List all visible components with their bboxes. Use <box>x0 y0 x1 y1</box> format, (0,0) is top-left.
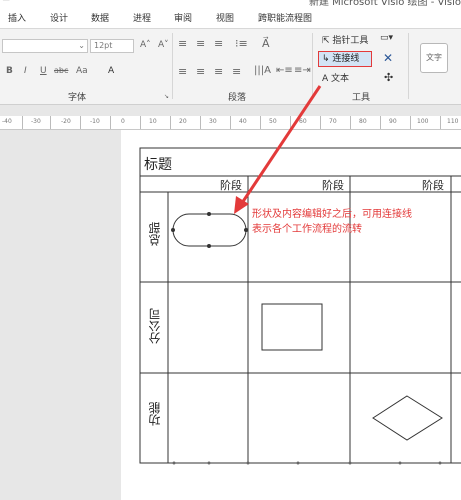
arrowhead-icon <box>234 196 249 214</box>
diagram-title[interactable]: 标题 <box>144 154 172 174</box>
connection-point <box>398 461 402 465</box>
annotation-arrow <box>238 85 322 207</box>
connection-point[interactable] <box>207 244 211 248</box>
connection-point <box>172 461 176 465</box>
connection-point[interactable] <box>244 228 248 232</box>
process-shape[interactable] <box>261 303 323 351</box>
lane-label[interactable]: 分公司 <box>146 308 162 344</box>
lane-label[interactable]: 总部 <box>146 222 162 246</box>
decision-shape[interactable] <box>372 395 443 441</box>
phase-header[interactable]: 阶段 <box>322 177 344 193</box>
connection-point[interactable] <box>207 212 211 216</box>
phase-header[interactable]: 阶段 <box>220 177 242 193</box>
connection-point <box>246 461 250 465</box>
lane-label[interactable]: 功能 <box>146 402 162 426</box>
connection-point <box>438 461 442 465</box>
cross-functional-diagram <box>139 85 461 465</box>
terminator-shape[interactable] <box>172 213 247 247</box>
connection-point[interactable] <box>171 228 175 232</box>
connection-point <box>207 461 211 465</box>
annotation-text-line-2: 表示各个工作流程的流转 <box>252 224 362 235</box>
connection-point <box>348 461 352 465</box>
annotation-text-line-1: 形状及内容编辑好之后，可用连接线 <box>252 209 412 220</box>
connection-point <box>296 461 300 465</box>
phase-header[interactable]: 阶段 <box>422 177 444 193</box>
